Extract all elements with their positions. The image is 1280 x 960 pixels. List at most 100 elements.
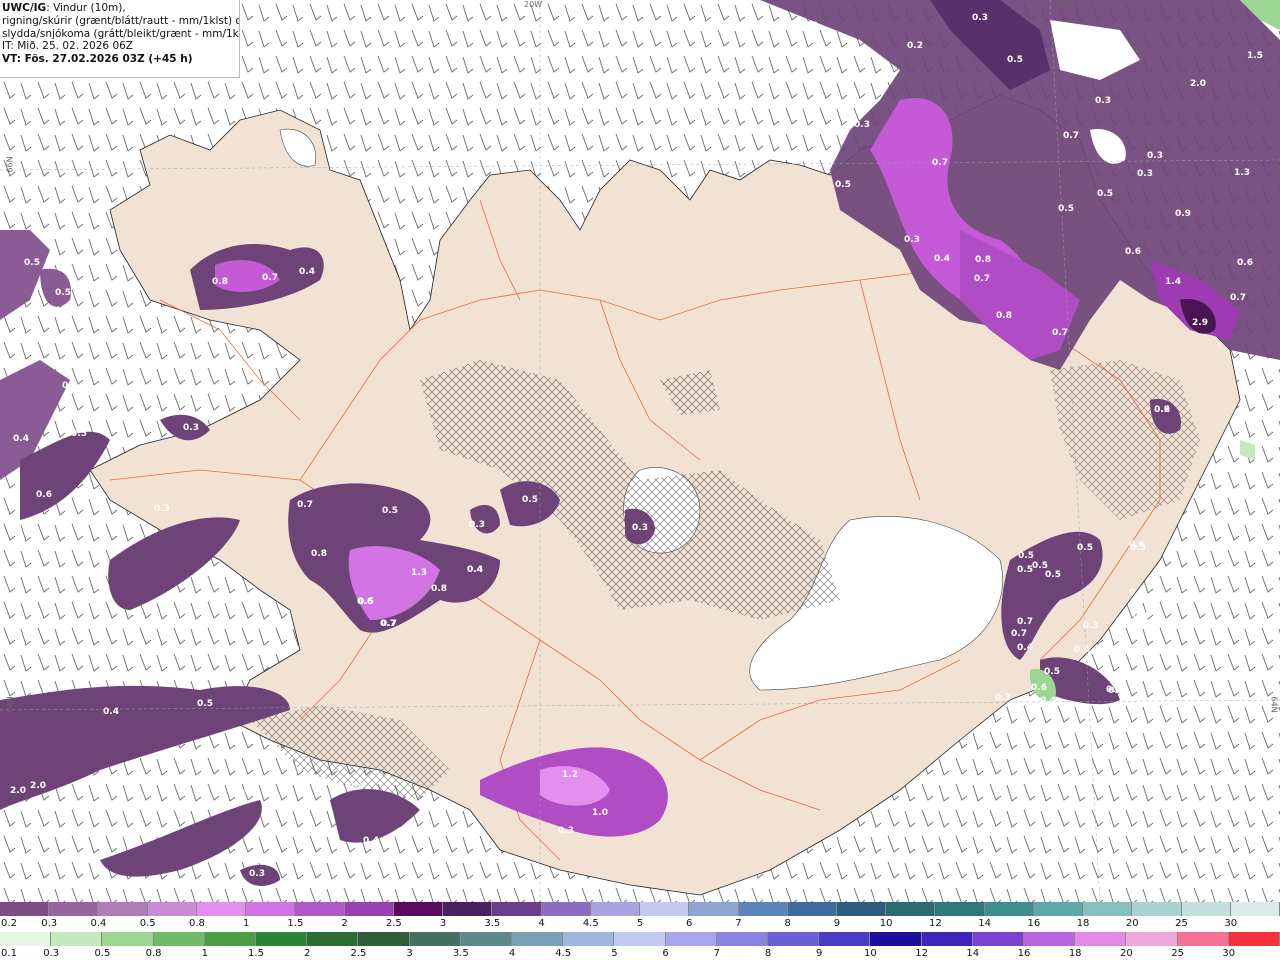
legend-label: 0.5 bbox=[94, 948, 111, 959]
precip-value-label: 0.4 bbox=[1240, 416, 1256, 426]
precip-value-label: 0.5 bbox=[71, 429, 87, 439]
legend-label: 20 bbox=[1120, 948, 1133, 959]
legend-swatch bbox=[98, 902, 148, 916]
lat-label-66n-left: 66N bbox=[5, 156, 15, 173]
precip-value-label: 0.5 bbox=[522, 495, 538, 505]
precip-value-label: 0.7 bbox=[1063, 131, 1079, 141]
precip-value-label: 0.3 bbox=[802, 21, 818, 31]
precip-value-label: 0.4 bbox=[363, 836, 379, 846]
legend-label: 4 bbox=[538, 918, 545, 929]
legend-swatch bbox=[836, 902, 887, 916]
legend-label: 1.5 bbox=[248, 948, 264, 959]
legend-swatch bbox=[935, 902, 985, 916]
precip-value-label: 0.3 bbox=[469, 520, 485, 530]
legend-label: 0.8 bbox=[145, 948, 162, 959]
legend-swatch bbox=[689, 902, 739, 916]
legend-label: 1.5 bbox=[287, 918, 304, 929]
precip-value-label: 0.5 bbox=[1045, 570, 1061, 580]
precip-value-label: 0.6 bbox=[1125, 247, 1141, 257]
legend-swatch bbox=[295, 902, 345, 916]
legend-label: 10 bbox=[864, 948, 877, 959]
precip-value-label: 0.4 bbox=[299, 267, 315, 277]
legend-label: 16 bbox=[1027, 918, 1041, 929]
legend-swatch bbox=[921, 932, 973, 946]
legend-swatch bbox=[1083, 902, 1133, 916]
legend-label: 3.5 bbox=[452, 948, 469, 959]
legend-swatch bbox=[1228, 932, 1280, 946]
lon-label-15w: 15W bbox=[1050, 0, 1069, 9]
legend-label: 18 bbox=[1076, 918, 1090, 929]
precip-value-label: 0.6 bbox=[357, 597, 373, 607]
precip-value-label: 0.3 bbox=[249, 869, 265, 879]
precip-value-label: 0.8 bbox=[212, 277, 228, 287]
precip-value-label: 0.3 bbox=[632, 523, 648, 533]
forecast-map-view: { "header": { "model": "UWC/IG", "line1_… bbox=[0, 0, 1280, 960]
precip-value-label: 0.6 bbox=[1031, 683, 1047, 693]
precip-value-label: 0.3 bbox=[1095, 96, 1111, 106]
map-canvas: 0.3 0.2 0.5 0.3 1.5 2.0 0.3 0.3 0.7 0.7 0.3 0.3 1.3 0… bbox=[0, 0, 1280, 902]
precip-value-label: 0.4 bbox=[13, 434, 29, 444]
precip-value-label: 0.5 bbox=[1017, 565, 1033, 575]
precip-value-label: 0.6 bbox=[1237, 258, 1253, 268]
legend-label: 1 bbox=[242, 918, 250, 929]
legend-swatch bbox=[307, 932, 359, 946]
legend-swatch bbox=[512, 932, 564, 946]
precip-value-label: 0.5 bbox=[1130, 543, 1146, 553]
precip-value-label: 0.3 bbox=[904, 235, 920, 245]
legend-swatch bbox=[51, 932, 103, 946]
legend-label: 9 bbox=[833, 918, 841, 929]
legend-swatch bbox=[147, 902, 197, 916]
legend-label: 18 bbox=[1068, 948, 1082, 959]
legend-swatch bbox=[196, 902, 247, 916]
precip-value-label: 0.7 bbox=[244, 786, 260, 796]
legend-label: 2.5 bbox=[350, 948, 367, 959]
legend-label: 16 bbox=[1017, 948, 1031, 959]
legend-label: 4.5 bbox=[555, 948, 572, 959]
precip-value-label: 0.3 bbox=[854, 120, 870, 130]
precip-value-label: 0.7 bbox=[1017, 617, 1033, 627]
precip-value-label: 0.7 bbox=[1011, 629, 1027, 639]
legend-swatch bbox=[665, 932, 717, 946]
precip-value-label: 0.3 bbox=[558, 826, 574, 836]
legend-label: 14 bbox=[966, 948, 980, 959]
precip-value-label: 0.6 bbox=[36, 490, 52, 500]
precip-value-label: 2.0 bbox=[10, 786, 26, 796]
legend-label: 6 bbox=[662, 948, 669, 959]
legend-swatch bbox=[768, 932, 820, 946]
legend-swatch bbox=[787, 902, 837, 916]
precip-value-label: 0.5 bbox=[1097, 189, 1113, 199]
precip-value-label: 1.2 bbox=[562, 770, 578, 780]
legend-label: 6 bbox=[686, 918, 693, 929]
snow-scale-labels: 0.2 0.3 0.4 0.5 0.8 1 1.5 2 2.5 3 3.5 4 4.5 5 6 7 8 9 10 12… bbox=[0, 918, 1280, 931]
precip-value-label: 0.2 bbox=[1154, 405, 1170, 415]
precip-value-label: 0.3 bbox=[1108, 686, 1124, 696]
precip-value-label: 0.5 bbox=[1058, 204, 1074, 214]
legend-label: 12 bbox=[929, 918, 942, 929]
precip-value-label: 0.8 bbox=[996, 311, 1012, 321]
precip-value-label: 0.4 bbox=[103, 707, 119, 717]
precip-value-label: 2.0 bbox=[1190, 79, 1206, 89]
precip-value-label: 0.7 bbox=[297, 500, 313, 510]
legend-label: 0.1 bbox=[1, 948, 17, 959]
legend-swatch bbox=[344, 902, 394, 916]
legend-label: 3 bbox=[406, 948, 413, 959]
legend-swatch bbox=[972, 932, 1025, 946]
precip-value-label: 0.8 bbox=[311, 549, 327, 559]
snow-color-scale bbox=[0, 902, 1280, 916]
legend-label: 8 bbox=[784, 918, 791, 929]
legend-swatch bbox=[460, 932, 513, 946]
precip-value-label: 1.8 bbox=[130, 878, 146, 888]
legend-label: 4.5 bbox=[582, 918, 599, 929]
lat-label-66n-right: 66N bbox=[1269, 156, 1279, 173]
legend-swatch bbox=[590, 902, 641, 916]
legend-label: 9 bbox=[816, 948, 823, 959]
legend-label: 14 bbox=[978, 918, 991, 929]
precip-value-label: 0.7 bbox=[974, 274, 990, 284]
initial-time: IT: Mið. 25. 02. 2026 06Z bbox=[2, 40, 133, 53]
legend-swatch bbox=[563, 932, 615, 946]
legend-label: 0.2 bbox=[1, 918, 17, 929]
precip-value-label: 0.9 bbox=[1175, 209, 1191, 219]
precip-value-label: 0.4 bbox=[467, 565, 483, 575]
precip-value-label: 0.3 bbox=[995, 693, 1011, 703]
legend-swatch bbox=[409, 932, 461, 946]
